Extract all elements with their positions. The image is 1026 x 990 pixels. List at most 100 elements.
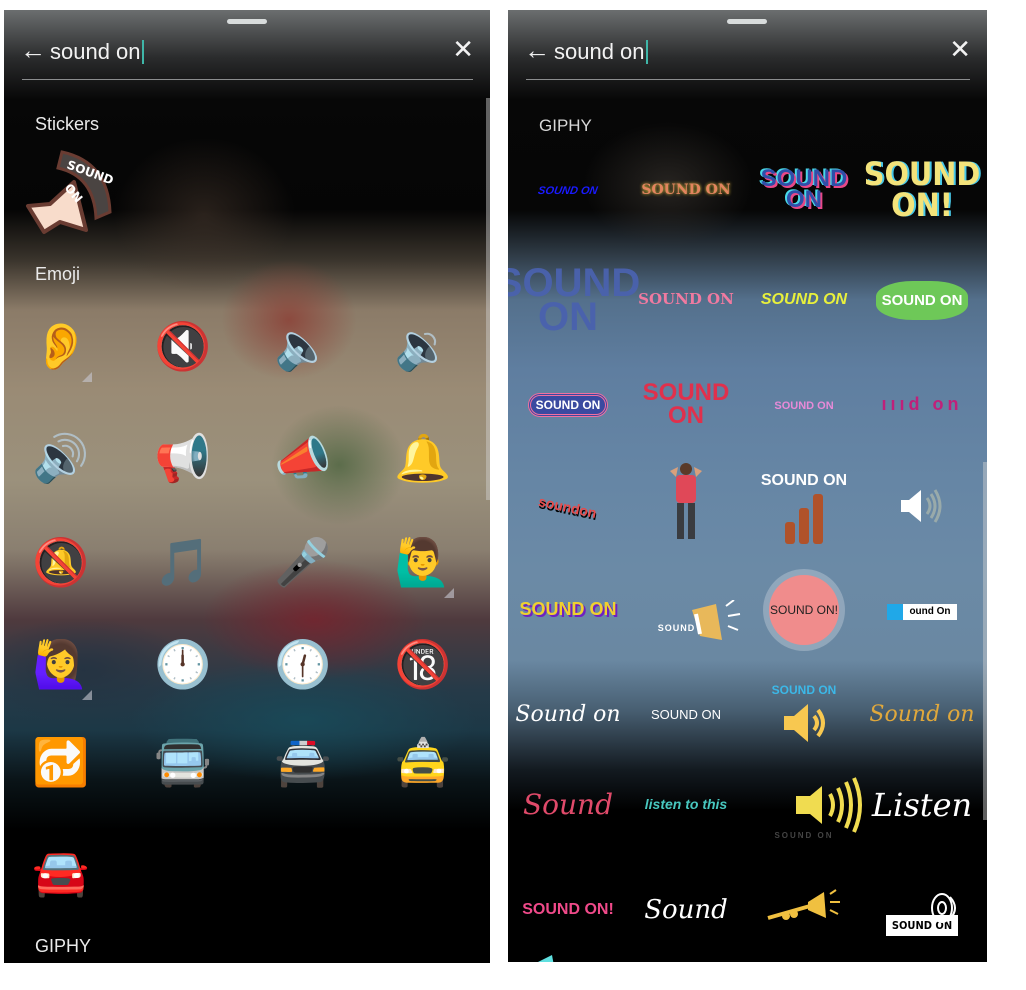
giphy-sticker-sound-on-3d-blue[interactable]: SOUND ON	[746, 140, 862, 240]
search-query-text: sound on	[554, 39, 645, 64]
giphy-sticker-sound-on-big-blue[interactable]: SOUND ON	[508, 250, 640, 350]
giphy-sticker-speaker-yellow-waves[interactable]: SOUND ON	[746, 755, 863, 855]
skin-tone-variants-indicator	[82, 690, 92, 700]
emoji-oncoming-taxi[interactable]: 🚖	[378, 722, 468, 802]
sticker-text: SOUND ON	[760, 472, 848, 489]
emoji-twelve-thirty[interactable]: 🕧	[258, 624, 348, 704]
emoji-oncoming-police-car[interactable]: 🚔	[258, 722, 348, 802]
sticker-text: SOUND ON	[760, 164, 848, 214]
speaker-yellow-icon	[783, 704, 825, 742]
giphy-sticker-sound-on-striped[interactable]: SOUND ON!	[863, 140, 981, 240]
megaphone-yellow-icon	[691, 600, 740, 640]
giphy-sticker-listen-to-this[interactable]: listen to this	[628, 755, 744, 855]
emoji-bell[interactable]: 🔔	[378, 418, 468, 498]
giphy-sticker-sound-on-green-burst[interactable]: SOUND ON	[864, 250, 980, 350]
giphy-sticker-sound-on-sparkles[interactable]: SOUND ON	[628, 140, 744, 240]
emoji-megaphone[interactable]: 📣	[258, 418, 348, 498]
emoji-speaker-low-volume[interactable]: 🔈	[258, 306, 348, 386]
search-input[interactable]: sound on	[50, 39, 146, 65]
giphy-sticker-sound-on-outline-badge[interactable]: SOUND ON	[510, 355, 626, 455]
speaker-low-volume-icon: 🔈	[274, 320, 332, 372]
loudspeaker-icon: 📢	[154, 432, 212, 484]
emoji-muted-speaker[interactable]: 🔇	[138, 306, 228, 386]
twelve-thirty-icon: 🕧	[274, 638, 332, 690]
search-input[interactable]: sound on	[554, 39, 650, 65]
emoji-speaker-high-volume[interactable]: 🔊	[16, 418, 106, 498]
giphy-sticker-listen-script[interactable]: Listen	[864, 755, 980, 855]
search-bar: ← sound on ✕	[20, 34, 474, 70]
scrollbar[interactable]	[486, 98, 490, 500]
sticker-text: SOUND ON	[527, 393, 609, 417]
sticker-text: SOUND ON	[537, 185, 599, 197]
bell-with-slash-icon: 🔕	[32, 536, 90, 588]
giphy-sticker-sound-on-shouting-man[interactable]	[628, 458, 744, 558]
section-title-emoji: Emoji	[35, 264, 81, 284]
emoji-ear[interactable]: 👂	[16, 306, 106, 386]
speaker-outline-icon	[930, 892, 956, 923]
giphy-sticker-sound-on-blue-wavy[interactable]: SOUND ON	[510, 140, 626, 240]
giphy-sticker-sound-on-megaphone-yellow[interactable]: SOUND ON	[628, 560, 744, 660]
giphy-sticker-speaker-white[interactable]	[864, 458, 980, 558]
giphy-sticker-sound-on-handwritten[interactable]: SOUND ON	[628, 665, 744, 765]
giphy-sticker-sound-on-speaker-label[interactable]: SOUND ON	[864, 860, 980, 960]
giphy-sticker-sound-on-magenta-bars[interactable]: ıııd on	[864, 355, 980, 455]
search-underline	[22, 79, 473, 80]
giphy-sticker-sound-on-yellow-speaker[interactable]: SOUND ON	[746, 665, 862, 765]
drag-handle[interactable]	[227, 19, 267, 24]
drag-handle[interactable]	[727, 19, 767, 24]
sticker-text: ound On	[887, 603, 957, 620]
giphy-sticker-sound-on-megaphone-pink[interactable]: SOUND ON!	[510, 860, 626, 962]
clear-search-icon[interactable]: ✕	[949, 36, 971, 62]
sticker-text: soundon	[537, 493, 599, 521]
scrollbar[interactable]	[983, 462, 987, 820]
ear-icon: 👂	[32, 320, 90, 372]
sticker-sound-on-speaker[interactable]: SOUND ON	[24, 148, 116, 240]
giphy-sticker-sound-on-singer[interactable]: SOUND ON	[746, 355, 862, 455]
twelve-oclock-icon: 🕛	[154, 638, 212, 690]
emoji-woman-raising-hand[interactable]: 🙋‍♀️	[16, 624, 106, 704]
emoji-oncoming-automobile[interactable]: 🚘	[16, 832, 106, 912]
emoji-man-raising-hand[interactable]: 🙋‍♂️	[378, 522, 468, 602]
speaker-yellow-waves-icon	[796, 776, 863, 833]
giphy-sticker-trumpet[interactable]	[746, 860, 862, 960]
giphy-sticker-sound-on-bird-white[interactable]: Sound on	[510, 665, 626, 765]
sticker-text: listen to this	[644, 796, 728, 812]
search-query-text: sound on	[50, 39, 141, 64]
giphy-sticker-sound-on-bars[interactable]: SOUND ON	[746, 458, 862, 558]
emoji-repeat-single[interactable]: 🔂	[16, 722, 106, 802]
emoji-speaker-medium-volume[interactable]: 🔉	[378, 306, 468, 386]
clear-search-icon[interactable]: ✕	[452, 36, 474, 62]
giphy-sticker-sound-on-yellow[interactable]: SOUND ON	[746, 250, 862, 350]
giphy-sticker-sound-on-pink-circle[interactable]: SOUND ON!	[746, 560, 862, 660]
trumpet-icon	[767, 888, 840, 920]
giphy-sticker-sound-on-bird-gold[interactable]: Sound on	[864, 665, 980, 765]
sticker-text: Sound on	[869, 701, 975, 727]
giphy-sticker-sound-on-purple-speaker[interactable]: SOUND ON	[510, 560, 626, 660]
giphy-sticker-sound-on-3d-red[interactable]: soundon	[510, 458, 626, 558]
sticker-text: Sound	[522, 788, 614, 821]
back-arrow-icon[interactable]: ←	[20, 37, 50, 63]
section-title-stickers: Stickers	[35, 114, 100, 134]
giphy-sticker-sound-pink-script[interactable]: Sound	[510, 755, 626, 855]
emoji-musical-note[interactable]: 🎵	[138, 522, 228, 602]
back-arrow-icon[interactable]: ←	[524, 37, 554, 63]
emoji-loudspeaker[interactable]: 📢	[138, 418, 228, 498]
microphone-icon: 🎤	[274, 536, 332, 588]
emoji-bell-with-slash[interactable]: 🔕	[16, 522, 106, 602]
sticker-text: SOUND ON!	[863, 155, 981, 224]
musical-note-icon: 🎵	[154, 536, 212, 588]
giphy-sticker-sound-white-script[interactable]: Sound	[628, 860, 744, 960]
giphy-sticker-sound-on-blue-label[interactable]: ound On	[864, 560, 980, 660]
emoji-microphone[interactable]: 🎤	[258, 522, 348, 602]
emoji-oncoming-bus[interactable]: 🚍	[138, 722, 228, 802]
megaphone-teal-icon	[538, 955, 554, 962]
giphy-sticker-sound-on-gramophone[interactable]: SOUND ON	[628, 355, 744, 455]
emoji-no-one-under-eighteen[interactable]: 🔞	[378, 624, 468, 704]
bars-icon	[761, 494, 847, 544]
search-underline	[526, 79, 970, 80]
speaker-medium-volume-icon: 🔉	[394, 320, 452, 372]
sticker-text: SOUND ON!	[769, 575, 839, 645]
giphy-sticker-sound-on-gradient-pink[interactable]: SOUND ON	[628, 250, 744, 350]
emoji-twelve-oclock[interactable]: 🕛	[138, 624, 228, 704]
section-title-giphy: GIPHY	[539, 116, 592, 135]
